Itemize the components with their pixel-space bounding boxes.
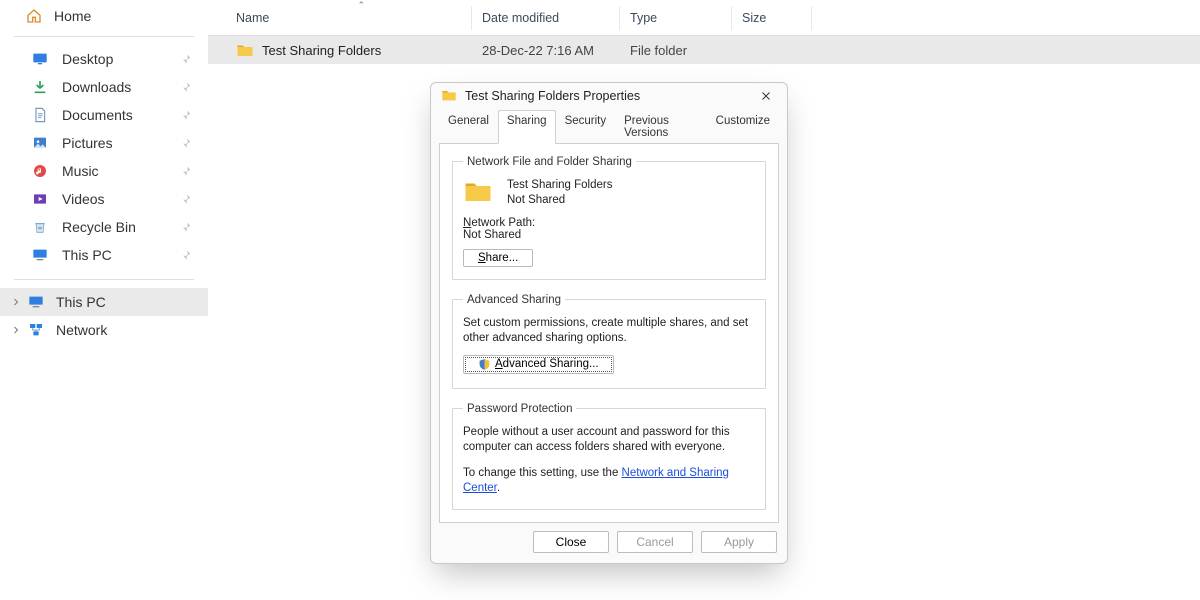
sidebar-item-label: Downloads <box>62 79 180 95</box>
file-date: 28-Dec-22 7:16 AM <box>472 43 620 58</box>
pictures-icon <box>32 135 48 151</box>
password-protection-link-row: To change this setting, use the Network … <box>463 466 755 497</box>
tab-security[interactable]: Security <box>556 110 616 144</box>
pin-icon <box>180 137 192 149</box>
group-password-protection: Password Protection People without a use… <box>452 403 766 510</box>
pin-icon <box>180 53 192 65</box>
sidebar-item-label: Pictures <box>62 135 180 151</box>
file-type: File folder <box>620 43 732 58</box>
column-header-size[interactable]: Size <box>732 6 812 30</box>
pin-icon <box>180 221 192 233</box>
dialog-title: Test Sharing Folders Properties <box>465 89 755 103</box>
dialog-titlebar[interactable]: Test Sharing Folders Properties <box>431 83 787 110</box>
tree-item-label: This PC <box>56 294 106 310</box>
column-header-label: Type <box>630 11 657 25</box>
column-header-label: Name <box>236 11 269 25</box>
sidebar-item-label: Desktop <box>62 51 180 67</box>
dialog-body: Network File and Folder Sharing Test Sha… <box>439 143 779 523</box>
tab-general[interactable]: General <box>439 110 498 144</box>
recycle-bin-icon <box>32 219 48 235</box>
music-icon <box>32 163 48 179</box>
home-icon <box>26 8 42 24</box>
tab-customize[interactable]: Customize <box>707 110 779 144</box>
group-legend: Advanced Sharing <box>463 294 565 306</box>
sidebar-item-pictures[interactable]: Pictures <box>0 129 208 157</box>
sidebar-item-downloads[interactable]: Downloads <box>0 73 208 101</box>
file-name: Test Sharing Folders <box>262 43 381 58</box>
pin-icon <box>180 81 192 93</box>
group-network-sharing: Network File and Folder Sharing Test Sha… <box>452 156 766 280</box>
sidebar-item-label: Videos <box>62 191 180 207</box>
download-icon <box>32 79 48 95</box>
tree-item-thispc[interactable]: This PC <box>0 288 208 316</box>
tab-previous-versions[interactable]: Previous Versions <box>615 110 707 144</box>
password-protection-desc: People without a user account and passwo… <box>463 425 755 456</box>
tree-item-label: Network <box>56 322 107 338</box>
column-header-label: Size <box>742 11 766 25</box>
shield-icon <box>478 358 491 371</box>
column-header-date[interactable]: Date modified <box>472 6 620 30</box>
sidebar-home-label: Home <box>54 8 91 24</box>
pin-icon <box>180 193 192 205</box>
videos-icon <box>32 191 48 207</box>
tree-item-network[interactable]: Network <box>0 316 208 344</box>
folder-icon <box>441 88 457 104</box>
apply-button[interactable]: Apply <box>701 531 777 553</box>
sort-indicator-icon: ⌃ <box>357 0 365 11</box>
pc-icon <box>28 294 44 310</box>
sidebar-item-recyclebin[interactable]: Recycle Bin <box>0 213 208 241</box>
sidebar-item-label: Documents <box>62 107 180 123</box>
pin-icon <box>180 109 192 121</box>
properties-dialog: Test Sharing Folders Properties General … <box>430 82 788 564</box>
column-headers: Name ⌃ Date modified Type Size <box>208 0 1200 36</box>
close-dialog-button[interactable]: Close <box>533 531 609 553</box>
column-header-type[interactable]: Type <box>620 6 732 30</box>
cancel-button[interactable]: Cancel <box>617 531 693 553</box>
sidebar-item-label: Music <box>62 163 180 179</box>
shared-folder-name: Test Sharing Folders <box>507 178 612 194</box>
sidebar-item-label: Recycle Bin <box>62 219 180 235</box>
desktop-icon <box>32 51 48 67</box>
share-button[interactable]: Share... <box>463 249 533 267</box>
file-row[interactable]: Test Sharing Folders 28-Dec-22 7:16 AM F… <box>208 36 1200 64</box>
folder-icon <box>236 42 254 58</box>
sidebar-item-videos[interactable]: Videos <box>0 185 208 213</box>
group-legend: Network File and Folder Sharing <box>463 156 636 168</box>
chevron-right-icon <box>10 296 22 308</box>
sidebar-item-thispc-pinned[interactable]: This PC <box>0 241 208 269</box>
sidebar-item-documents[interactable]: Documents <box>0 101 208 129</box>
sidebar-item-desktop[interactable]: Desktop <box>0 45 208 73</box>
pin-icon <box>180 249 192 261</box>
network-path-value: Not Shared <box>463 229 755 241</box>
network-path-label: Network Path: <box>463 217 755 229</box>
group-advanced-sharing: Advanced Sharing Set custom permissions,… <box>452 294 766 389</box>
close-button[interactable] <box>755 85 777 107</box>
group-legend: Password Protection <box>463 403 576 415</box>
sidebar-item-music[interactable]: Music <box>0 157 208 185</box>
shared-folder-state: Not Shared <box>507 193 612 209</box>
dialog-tabs: General Sharing Security Previous Versio… <box>431 110 787 144</box>
network-icon <box>28 322 44 338</box>
pc-icon <box>32 247 48 263</box>
advanced-sharing-desc: Set custom permissions, create multiple … <box>463 316 755 347</box>
divider <box>14 36 194 37</box>
sidebar-item-label: This PC <box>62 247 180 263</box>
sidebar-home[interactable]: Home <box>0 0 208 36</box>
tab-sharing[interactable]: Sharing <box>498 110 556 144</box>
column-header-label: Date modified <box>482 11 559 25</box>
divider <box>14 279 194 280</box>
pin-icon <box>180 165 192 177</box>
chevron-right-icon <box>10 324 22 336</box>
folder-icon <box>463 178 493 204</box>
document-icon <box>32 107 48 123</box>
sidebar: Home Desktop Downloads Documents Picture… <box>0 0 208 600</box>
dialog-button-row: Close Cancel Apply <box>431 523 787 563</box>
advanced-sharing-button[interactable]: Advanced Sharing... <box>463 355 614 374</box>
column-header-name[interactable]: Name ⌃ <box>226 6 472 30</box>
